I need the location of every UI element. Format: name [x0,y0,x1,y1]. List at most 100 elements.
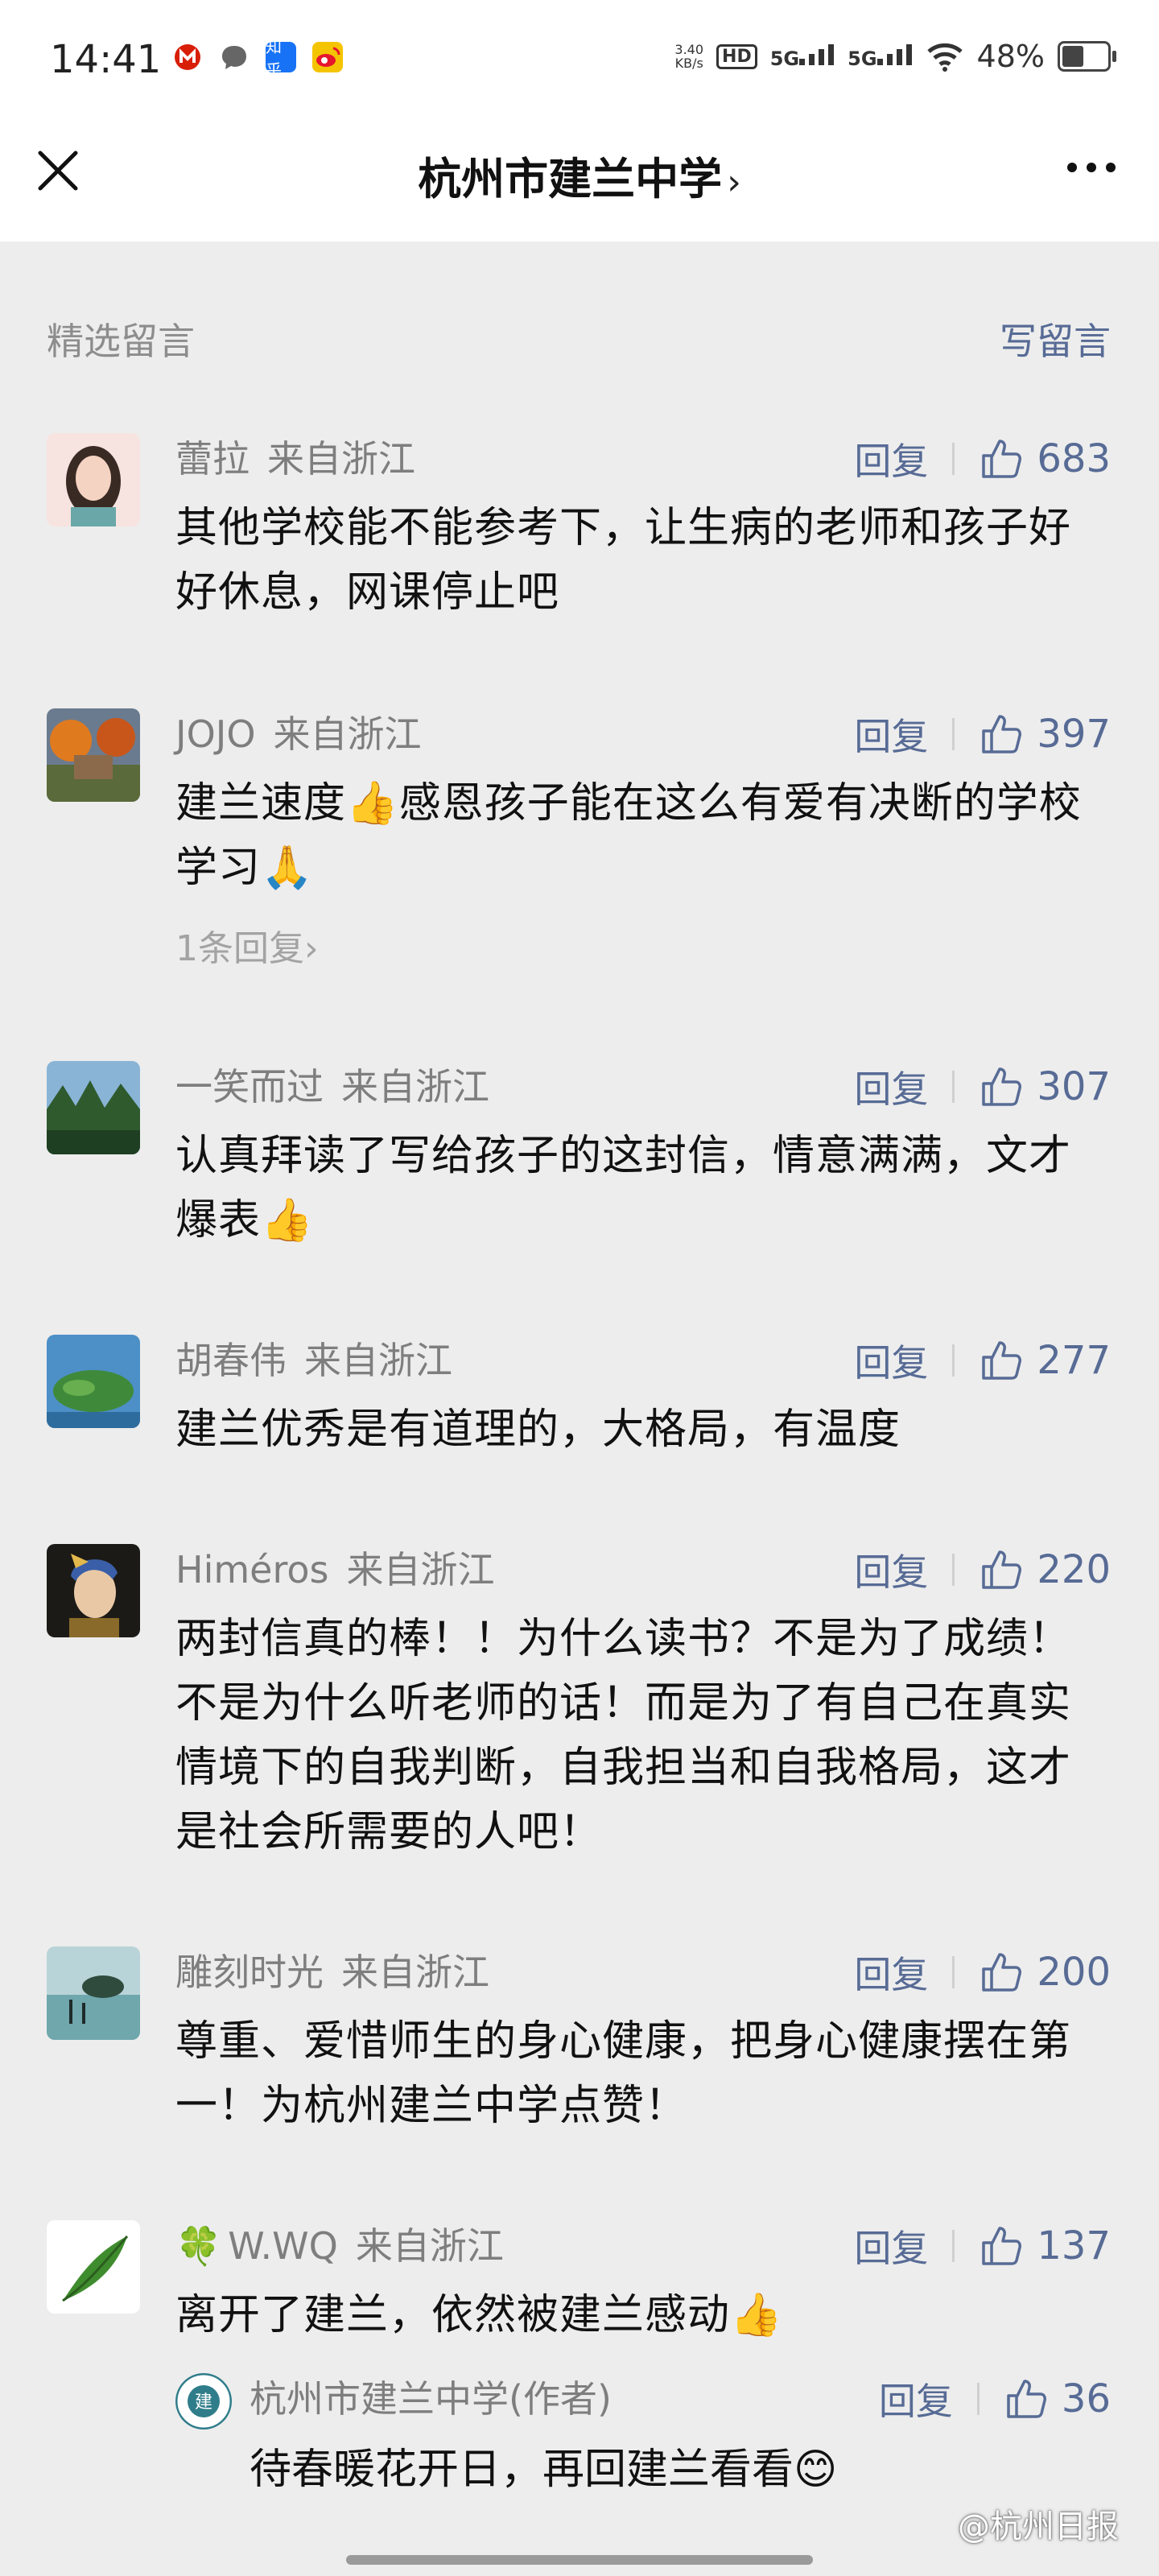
comment-location: 来自浙江 [304,1339,452,1382]
like-count: 683 [1037,436,1111,481]
comment-actions: 回复 220 [854,1544,1111,1596]
comment-location: 来自浙江 [341,1065,489,1108]
author-avatar[interactable]: 建 [175,2373,232,2429]
nav-bar: 杭州市建兰中学 › [0,121,1159,242]
avatar[interactable] [47,2220,140,2314]
avatar[interactable] [47,1061,140,1154]
comment-location: 来自浙江 [273,712,422,756]
thumbs-up-icon[interactable] [979,1950,1024,1995]
comment-location: 来自浙江 [355,2224,504,2268]
thumbs-up-icon[interactable] [979,2223,1024,2268]
divider [952,1956,955,1988]
write-comment-button[interactable]: 写留言 [1000,312,1111,365]
commenter-name[interactable]: 蕾拉 [175,437,250,481]
weibo-icon [312,42,343,72]
more-options-button[interactable] [1067,163,1116,172]
battery-icon [1058,41,1116,72]
commenter-name[interactable]: 一笑而过 [175,1065,324,1108]
section-header: 精选留言 写留言 [47,312,1111,363]
comment-text: 尊重、爱惜师生的身心健康，把身心健康摆在第一！为杭州建兰中学点赞！ [175,2017,1072,2130]
divider [952,718,955,750]
commenter-name[interactable]: Himéros [175,1548,329,1591]
hd-badge: HD [716,43,757,69]
divider [952,2230,955,2262]
reply-button[interactable]: 回复 [854,1543,928,1596]
svg-text:建: 建 [195,2392,212,2413]
thumbs-up-icon[interactable] [1004,2376,1049,2421]
top-bar: 14:41 知乎 3.40 KB/s HD 5G 5G 48% 杭州市建兰中学 … [0,0,1159,242]
wifi-icon [926,43,963,72]
comment-actions: 回复 277 [854,1335,1111,1386]
divider [952,1071,955,1103]
divider [952,443,955,475]
message-icon [219,42,250,72]
author-name[interactable]: 杭州市建兰中学(作者) [250,2373,612,2425]
reply-button[interactable]: 回复 [879,2372,953,2425]
comment-text: 其他学校能不能参考下，让生病的老师和孩子好好休息，网课停止吧 [175,504,1072,617]
reply-button[interactable]: 回复 [854,1946,928,1999]
comment-actions: 回复 397 [854,708,1111,760]
thumbs-up-icon[interactable] [979,712,1024,757]
divider [952,1344,955,1377]
reply-actions: 回复 36 [879,2373,1111,2425]
thumbs-up-icon[interactable] [979,1064,1024,1109]
avatar[interactable] [47,708,140,802]
zhihu-icon: 知乎 [266,37,296,80]
avatar[interactable] [47,1335,140,1428]
like-count: 307 [1037,1064,1111,1109]
net-speed: 3.40 KB/s [674,42,704,71]
notification-icons: 知乎 [172,37,343,80]
page-title[interactable]: 杭州市建兰中学 › [0,143,1159,207]
like-count: 36 [1061,2376,1111,2421]
reply-button[interactable]: 回复 [854,708,928,761]
commenter-name[interactable]: 雕刻时光 [175,1951,324,1994]
home-indicator[interactable] [346,2555,813,2565]
reply-button[interactable]: 回复 [854,1060,928,1113]
watermark: @杭州日报 [958,2508,1119,2545]
thumbs-up-icon[interactable] [979,436,1024,481]
comment-text: 认真拜读了写给孩子的这封信，情意满满，文才爆表👍 [175,1132,1072,1245]
comment-text: 建兰优秀是有道理的，大格局，有温度 [175,1406,901,1454]
commenter-name[interactable]: 胡春伟 [175,1339,287,1382]
view-replies-link[interactable]: 1条回复› [175,919,319,971]
chevron-right-icon: › [727,162,741,203]
comment-location: 来自浙江 [267,437,415,481]
like-count: 220 [1037,1547,1111,1592]
comment-text: 离开了建兰，依然被建兰感动👍 [175,2291,783,2339]
commenter-name[interactable]: W.WQ [228,2224,338,2268]
status-time: 14:41 [50,37,162,82]
reply-text: 待春暖花开日，再回建兰看看😊 [250,2446,838,2494]
status-bar: 14:41 知乎 3.40 KB/s HD 5G 5G 48% [0,0,1159,121]
comment-text: 两封信真的棒！！为什么读书？不是为了成绩！不是为什么听老师的话！而是为了有自己在… [175,1615,1072,1856]
comment-location: 来自浙江 [341,1951,489,1994]
signal-5g-1: 5G [770,43,835,70]
author-reply: 建 杭州市建兰中学(作者) 回复 36 待春暖花开日，再回建兰看看😊 [175,2373,1111,2510]
reply-button[interactable]: 回复 [854,1334,928,1387]
thumbs-up-icon[interactable] [979,1338,1024,1383]
clover-icon: 🍀 [175,2224,222,2268]
like-count: 277 [1037,1338,1111,1383]
like-count: 397 [1037,712,1111,757]
avatar[interactable] [47,1544,140,1637]
divider [976,2383,980,2415]
commenter-name[interactable]: JOJO [175,712,256,756]
thumbs-up-icon[interactable] [979,1547,1024,1592]
reply-button[interactable]: 回复 [854,432,928,485]
comment-location: 来自浙江 [346,1548,495,1591]
status-right: 3.40 KB/s HD 5G 5G 48% [674,39,1116,74]
battery-percent: 48% [976,39,1045,74]
signal-5g-2: 5G [848,43,912,70]
divider [952,1554,955,1586]
reply-button[interactable]: 回复 [854,2219,928,2273]
like-count: 200 [1037,1950,1111,1995]
mi-icon [172,42,203,72]
comment-actions: 回复 683 [854,433,1111,485]
avatar[interactable] [47,1946,140,2040]
comment-text: 建兰速度👍感恩孩子能在这么有爱有决断的学校学习🙏 [175,779,1082,892]
section-title: 精选留言 [47,320,195,363]
like-count: 137 [1037,2223,1111,2268]
comment-actions: 回复 307 [854,1061,1111,1113]
comment-actions: 回复 137 [854,2220,1111,2272]
avatar[interactable] [47,433,140,526]
comment-actions: 回复 200 [854,1946,1111,1998]
